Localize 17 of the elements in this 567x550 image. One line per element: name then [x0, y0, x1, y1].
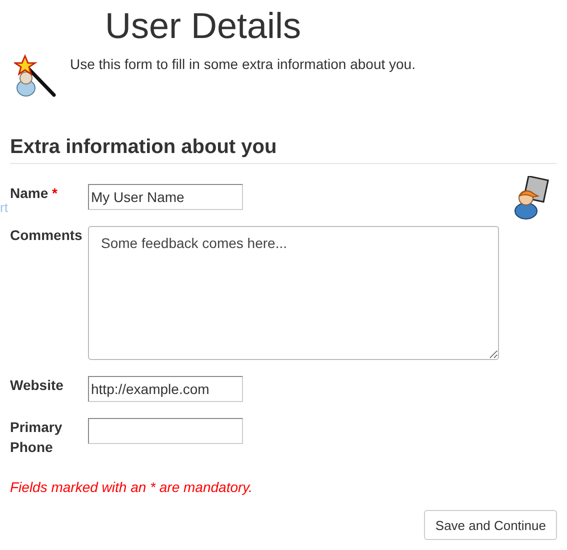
comments-field[interactable]: Some feedback comes here...	[88, 226, 499, 360]
section-heading: Extra information about you	[10, 135, 557, 164]
field-label: Name	[10, 185, 48, 201]
intro-text: Use this form to fill in some extra information about you.	[70, 55, 416, 74]
save-button[interactable]: Save and Continue	[424, 510, 557, 540]
mandatory-note: Fields marked with an * are mandatory.	[10, 479, 254, 495]
user-avatar-icon	[513, 176, 549, 220]
magic-wand-icon	[14, 54, 56, 98]
cut-off-text: rt	[0, 200, 8, 215]
field-label: Comments	[10, 227, 82, 243]
text-field[interactable]: My User Name	[88, 184, 243, 210]
text-field[interactable]	[88, 418, 243, 444]
text-field[interactable]: http://example.com	[88, 376, 243, 402]
field-label: Primary Phone	[10, 419, 62, 455]
field-label: Website	[10, 377, 64, 393]
required-mark: *	[52, 185, 58, 201]
page-title: User Details	[104, 4, 302, 46]
